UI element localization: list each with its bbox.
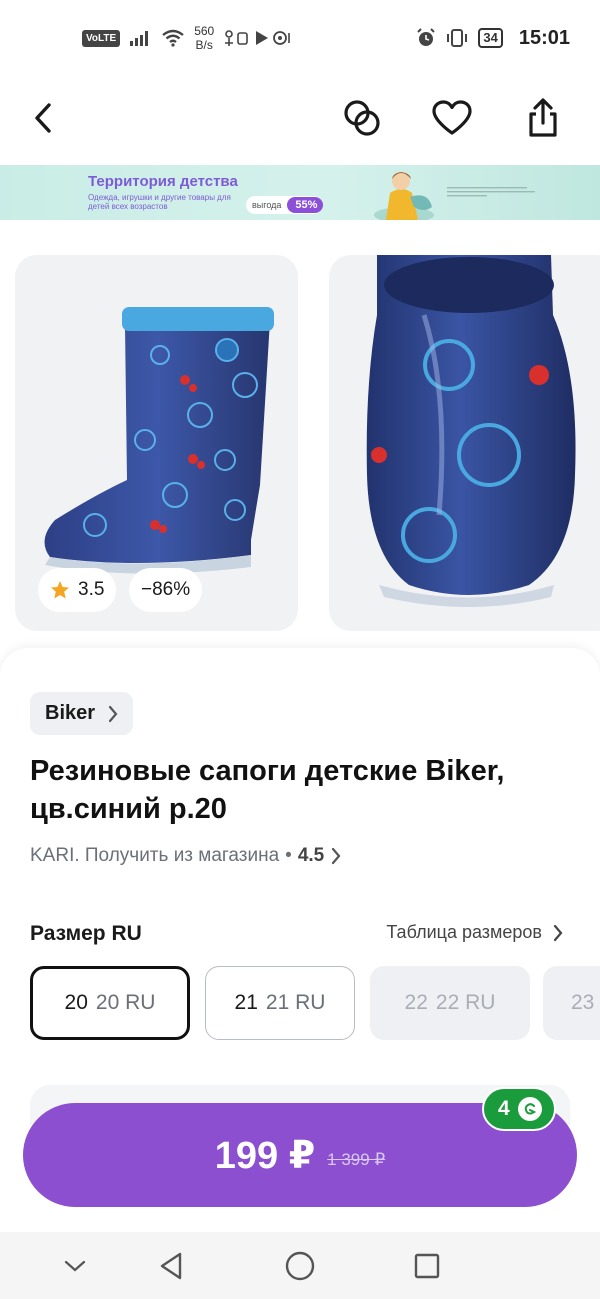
app-header	[0, 80, 600, 156]
compare-button[interactable]	[336, 92, 388, 144]
product-image-1[interactable]: 3.5 −86%	[15, 255, 298, 631]
size-options: 20 20 RU 21 21 RU 22 22 RU 23	[30, 966, 600, 1042]
vibrate-icon	[447, 29, 468, 47]
benefit-percent: 55%	[287, 197, 324, 213]
notification-icons	[225, 30, 291, 46]
volte-badge: VoLTE	[82, 29, 121, 47]
seller-separator: •	[285, 845, 292, 866]
size-table-link[interactable]: Таблица размеров	[386, 922, 564, 943]
share-icon	[529, 98, 557, 137]
size-option-23[interactable]: 23	[543, 966, 600, 1040]
old-price: 1 399 ₽	[327, 1150, 386, 1169]
size-table-label: Таблица размеров	[386, 922, 542, 942]
net-speed: 560 B/s	[194, 24, 215, 52]
share-button[interactable]	[517, 92, 569, 144]
back-button[interactable]	[18, 92, 70, 144]
chevron-right-icon	[332, 847, 341, 865]
discount-value: −86%	[141, 579, 191, 600]
bonus-badge: 4	[482, 1087, 556, 1131]
benefit-label: выгода	[252, 200, 282, 210]
back-triangle-icon	[160, 1252, 182, 1280]
nav-recents-button[interactable]	[407, 1248, 447, 1284]
product-image-2[interactable]	[329, 255, 600, 631]
banner-subtitle: Одежда, игрушки и другие товары для дете…	[88, 193, 231, 211]
star-icon	[51, 581, 69, 599]
home-circle-icon	[285, 1251, 315, 1281]
boot-front-image	[366, 255, 576, 607]
chevron-left-icon	[35, 103, 51, 133]
battery-indicator: 34	[478, 28, 503, 48]
price: 199 ₽	[214, 1134, 316, 1177]
chevron-right-icon	[553, 924, 563, 941]
rating-chip: 3.5	[38, 568, 117, 612]
bonus-value: 4	[498, 1097, 510, 1120]
size-option-20[interactable]: 20 20 RU	[30, 966, 190, 1040]
heart-icon	[432, 100, 472, 135]
discount-chip: −86%	[129, 568, 203, 612]
product-gallery[interactable]: 3.5 −86%	[0, 255, 600, 635]
seller-link[interactable]: KARI. Получить из магазина • 4.5	[30, 845, 342, 867]
brand-name: Biker	[45, 702, 96, 724]
size-option-22[interactable]: 22 22 RU	[370, 966, 530, 1040]
seller-rating: 4.5	[297, 845, 325, 866]
promo-banner[interactable]: Территория детства Одежда, игрушки и дру…	[0, 165, 600, 220]
banner-child-illustration	[374, 172, 434, 220]
size-label: Размер RU	[30, 922, 142, 945]
bonus-coin-icon	[517, 1097, 542, 1121]
nav-hide-button[interactable]	[55, 1248, 95, 1284]
rating-value: 3.5	[78, 579, 105, 600]
system-nav-bar	[0, 1232, 600, 1299]
banner-legal-text	[447, 185, 547, 201]
nav-home-button[interactable]	[280, 1248, 320, 1284]
seller-name: KARI. Получить из магазина	[30, 845, 280, 866]
favorite-button[interactable]	[426, 92, 478, 144]
compare-circles-icon	[344, 100, 380, 136]
signal-icon	[130, 31, 149, 46]
alarm-icon	[417, 28, 436, 46]
size-option-21[interactable]: 21 21 RU	[205, 966, 355, 1040]
nav-back-button[interactable]	[151, 1248, 191, 1284]
wifi-icon	[162, 29, 184, 47]
clock: 15:01	[518, 26, 570, 49]
chevron-right-icon	[108, 705, 118, 722]
benefit-pill: выгода 55%	[246, 196, 324, 214]
brand-chip[interactable]: Biker	[30, 692, 134, 735]
chevron-down-icon	[64, 1260, 86, 1272]
recents-square-icon	[414, 1253, 440, 1279]
product-title: Резиновые сапоги детские Biker, цв.синий…	[30, 755, 505, 825]
banner-title: Территория детства	[88, 173, 238, 190]
status-bar: VoLTE 560 B/s 34 15:01	[0, 0, 600, 76]
